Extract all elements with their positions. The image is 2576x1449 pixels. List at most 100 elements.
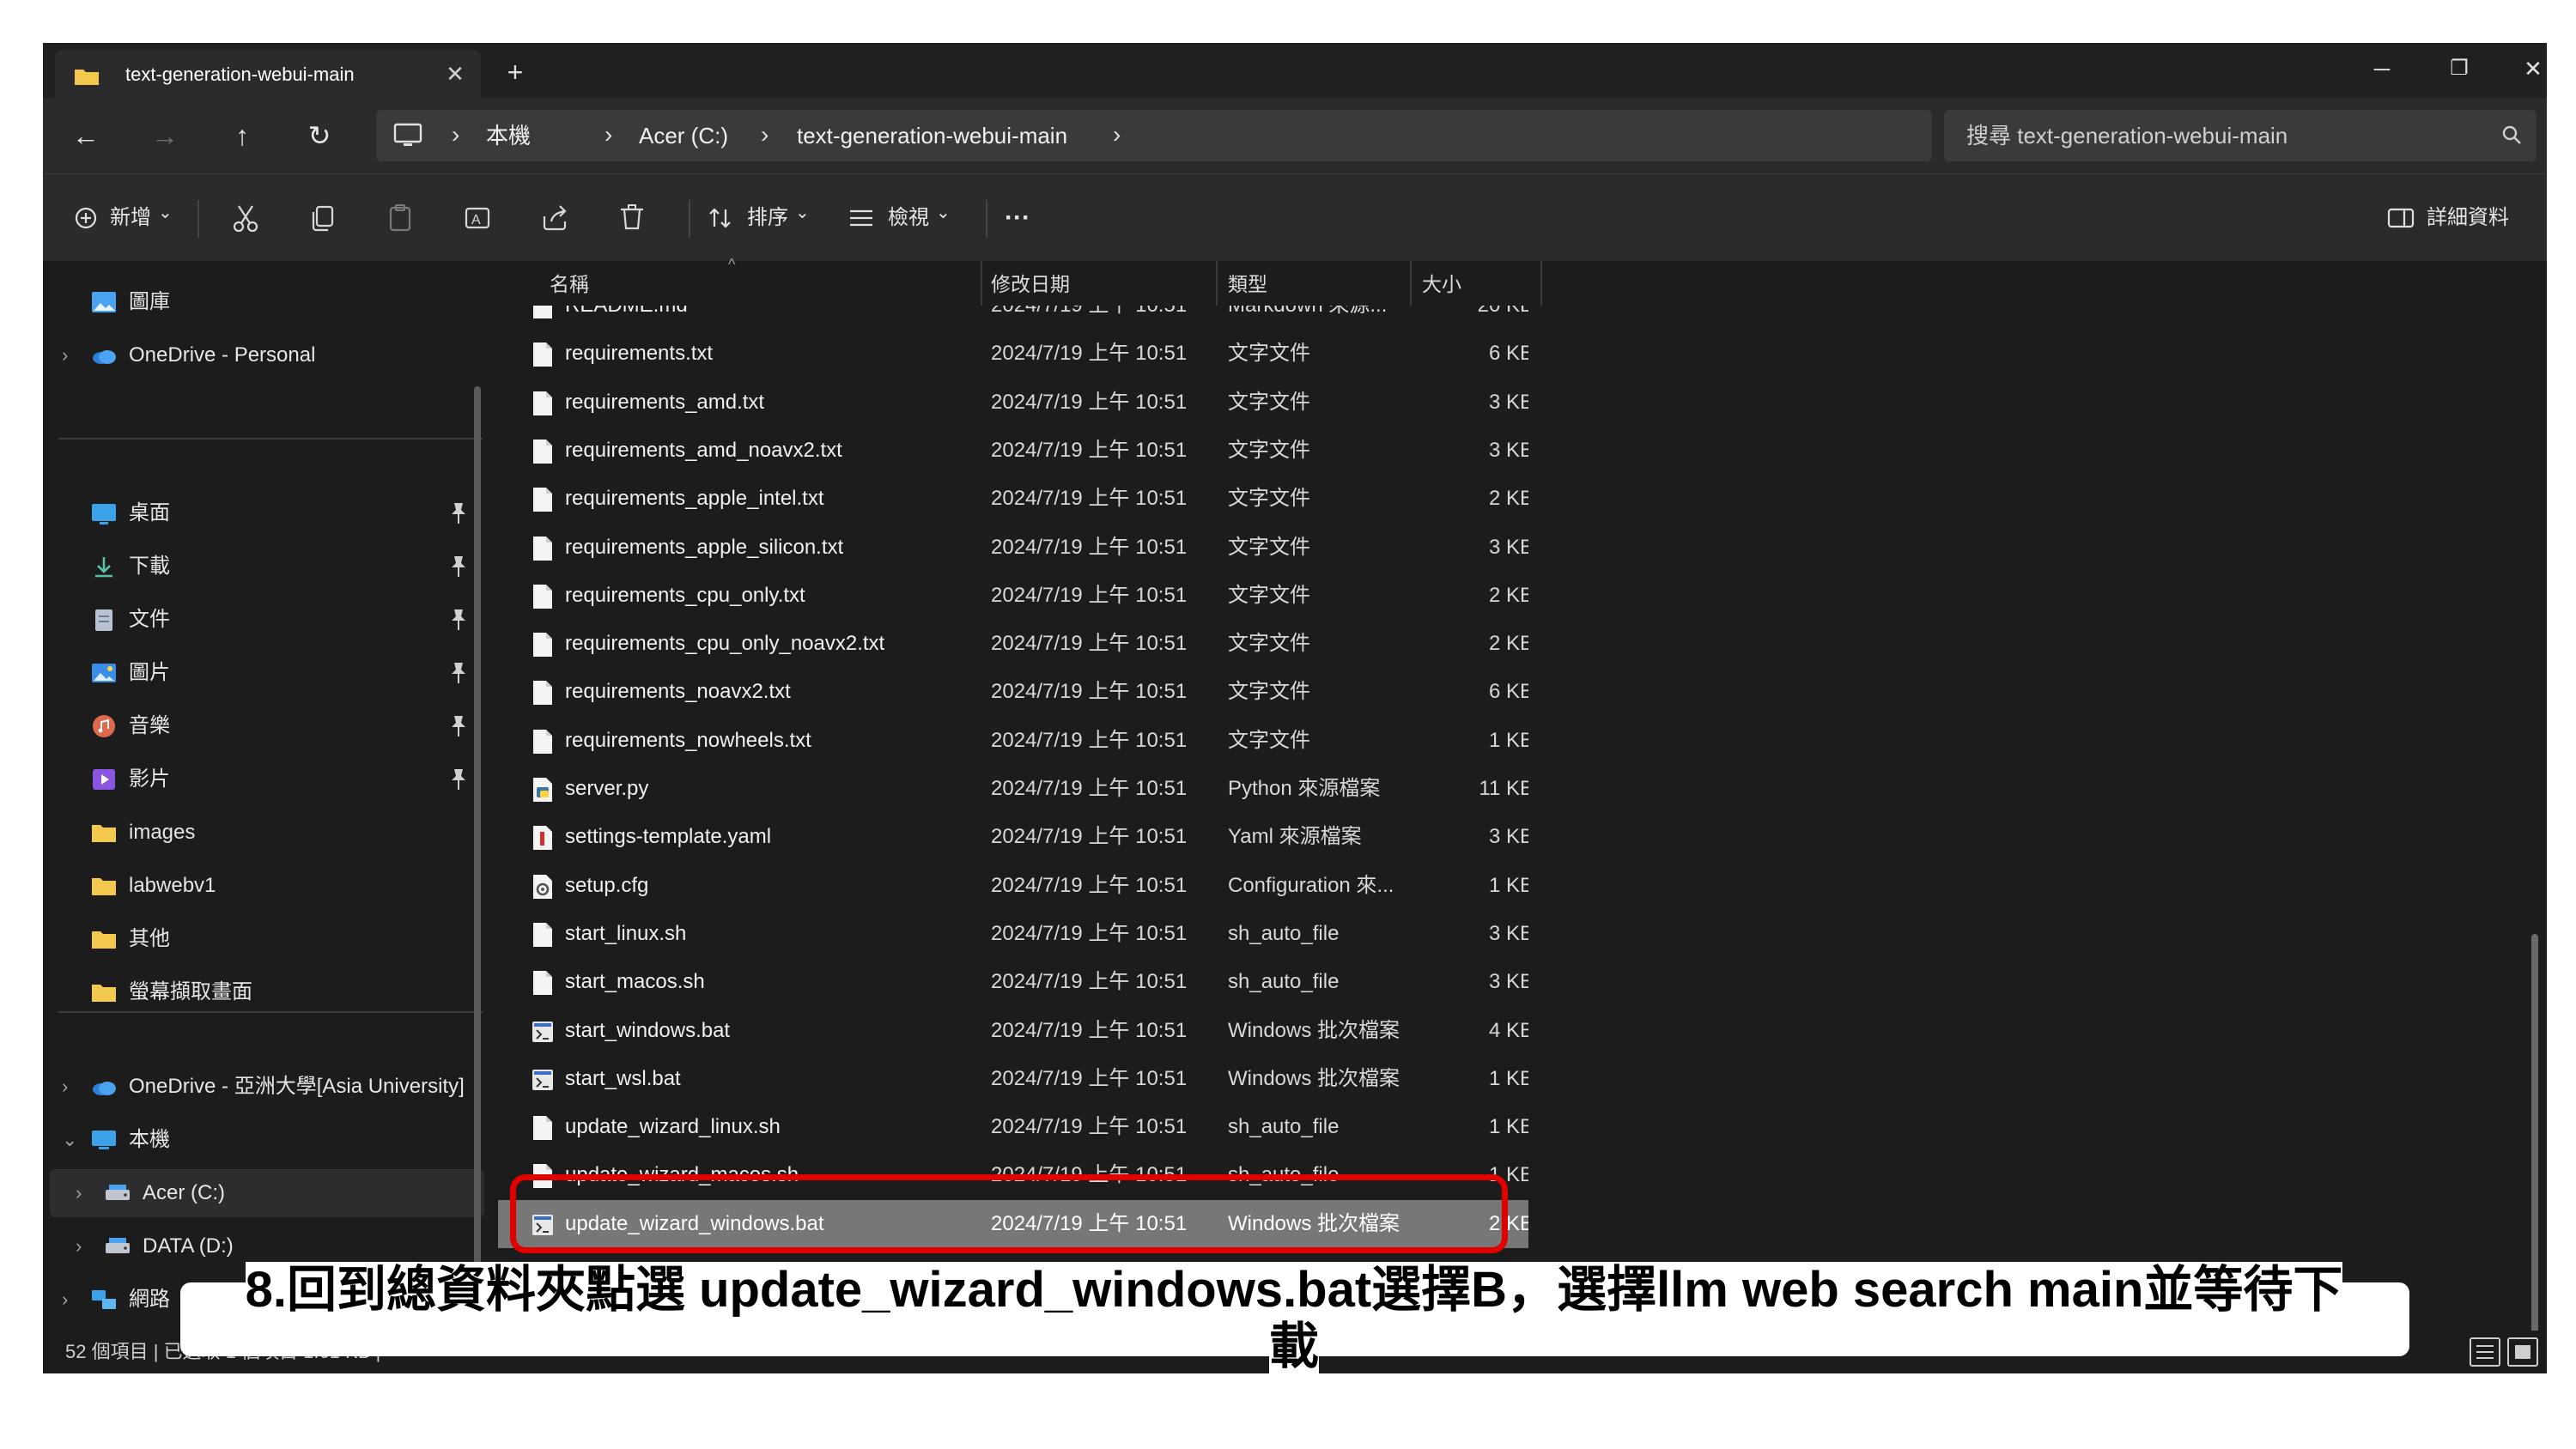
sidebar-item[interactable]: labwebv1 xyxy=(50,862,484,910)
column-header-size[interactable]: 大小 xyxy=(1422,271,1461,297)
sort-button[interactable]: 排序 ⌄ xyxy=(708,198,819,238)
file-row[interactable]: requirements_cpu_only.txt 2024/7/19 上午 10… xyxy=(498,572,1528,620)
column-resize-handle[interactable] xyxy=(1216,261,1218,306)
sidebar-item[interactable]: 影片 xyxy=(50,755,484,803)
search-box[interactable]: 搜尋 text-generation-webui-main xyxy=(1944,110,2537,161)
column-header-modified[interactable]: 修改日期 xyxy=(991,271,1070,297)
cut-icon[interactable] xyxy=(227,199,264,237)
pin-icon[interactable] xyxy=(447,555,471,579)
sidebar-item[interactable]: 桌面 xyxy=(50,489,484,537)
file-row[interactable]: server.py 2024/7/19 上午 10:51 Python 來源檔案 11… xyxy=(498,765,1528,813)
file-row[interactable]: requirements_amd_noavx2.txt 2024/7/19 上午 … xyxy=(498,427,1528,475)
sidebar-item[interactable]: 圖庫 xyxy=(50,278,484,326)
breadcrumb-drive-c[interactable]: Acer (C:) xyxy=(639,122,728,149)
breadcrumb-separator[interactable]: › xyxy=(761,120,769,149)
file-row[interactable]: requirements_amd.txt 2024/7/19 上午 10:51 文字… xyxy=(498,379,1528,427)
view-button[interactable]: 檢視 ⌄ xyxy=(848,198,960,238)
file-row[interactable]: update_wizard_linux.sh 2024/7/19 上午 10:51… xyxy=(498,1103,1528,1151)
file-type: 文字文件 xyxy=(1228,728,1310,752)
tab-current-folder[interactable]: text-generation-webui-main ✕ xyxy=(55,50,481,98)
sidebar-item[interactable]: images xyxy=(50,809,484,857)
sidebar-item[interactable]: 其他 xyxy=(50,915,484,963)
column-resize-handle[interactable] xyxy=(981,261,982,306)
chevron-right-icon[interactable]: › xyxy=(62,342,68,369)
folder-icon xyxy=(92,825,116,842)
sidebar-item[interactable]: 螢幕擷取畫面 xyxy=(50,968,484,1016)
sidebar-item[interactable]: › OneDrive - Personal xyxy=(50,331,484,379)
file-row[interactable]: requirements_noavx2.txt 2024/7/19 上午 10:5… xyxy=(498,668,1528,716)
sidebar-item[interactable]: › Acer (C:) xyxy=(50,1169,484,1217)
copy-icon[interactable] xyxy=(304,199,342,237)
file-modified-date: 2024/7/19 上午 10:51 xyxy=(991,487,1188,511)
more-options-button[interactable]: ··· xyxy=(1005,198,1030,238)
chevron-right-icon[interactable]: › xyxy=(62,1286,68,1313)
refresh-button[interactable]: ↻ xyxy=(297,113,342,158)
breadcrumb-current-folder[interactable]: text-generation-webui-main xyxy=(797,122,1067,149)
sidebar-item-label: 下載 xyxy=(129,555,170,578)
delete-icon[interactable] xyxy=(613,199,651,237)
file-list-scrollbar[interactable] xyxy=(2531,934,2538,1351)
plus-circle-icon xyxy=(75,207,97,229)
back-button[interactable]: ← xyxy=(64,113,108,158)
sidebar-item[interactable]: ⌄ 本機 xyxy=(50,1116,484,1164)
pin-icon[interactable] xyxy=(447,767,471,791)
file-row[interactable]: requirements.txt 2024/7/19 上午 10:51 文字文件 6 … xyxy=(498,330,1528,378)
sidebar-item[interactable]: 下載 xyxy=(50,543,484,591)
breadcrumb-separator[interactable]: › xyxy=(1113,120,1121,149)
pin-icon[interactable] xyxy=(447,714,471,738)
file-row[interactable]: requirements_apple_silicon.txt 2024/7/19 … xyxy=(498,524,1528,572)
column-resize-handle[interactable] xyxy=(1410,261,1412,306)
file-size: 2 KB xyxy=(1488,583,1528,607)
details-view-button[interactable] xyxy=(2470,1337,2500,1367)
file-row[interactable]: requirements_cpu_only_noavx2.txt 2024/7/1… xyxy=(498,620,1528,668)
chevron-down-icon[interactable]: ⌄ xyxy=(62,1126,77,1154)
file-name: start_wsl.bat xyxy=(565,1066,681,1090)
rename-icon[interactable]: A xyxy=(459,199,496,237)
highlight-annotation-box xyxy=(510,1174,1508,1253)
chevron-right-icon[interactable]: › xyxy=(76,1179,82,1207)
desktop-icon xyxy=(92,504,116,524)
breadcrumb-separator[interactable]: › xyxy=(605,120,612,149)
sidebar-scrollbar[interactable] xyxy=(474,386,481,1331)
sidebar-item[interactable]: 文件 xyxy=(50,596,484,644)
details-pane-button[interactable]: 詳細資料 xyxy=(2387,198,2524,238)
file-row[interactable]: settings-template.yaml 2024/7/19 上午 10:51… xyxy=(498,813,1528,861)
minimize-button[interactable]: ─ xyxy=(2356,52,2408,86)
new-tab-button[interactable]: + xyxy=(498,55,532,89)
file-row[interactable]: setup.cfg 2024/7/19 上午 10:51 Configuration… xyxy=(498,862,1528,910)
file-row[interactable]: requirements_apple_intel.txt 2024/7/19 上午… xyxy=(498,475,1528,523)
file-type: 文字文件 xyxy=(1228,342,1310,366)
up-button[interactable]: ↑ xyxy=(220,113,264,158)
tiles-view-button[interactable] xyxy=(2507,1337,2538,1367)
file-row[interactable]: start_macos.sh 2024/7/19 上午 10:51 sh_auto_… xyxy=(498,958,1528,1006)
close-window-button[interactable]: ✕ xyxy=(2507,52,2547,86)
sidebar-item[interactable]: › OneDrive - 亞洲大學[Asia University] xyxy=(50,1063,484,1111)
pin-icon[interactable] xyxy=(447,608,471,632)
column-header-name[interactable]: 名稱 xyxy=(550,271,589,297)
file-row[interactable]: start_linux.sh 2024/7/19 上午 10:51 sh_auto_… xyxy=(498,910,1528,958)
new-button[interactable]: 新增 ⌄ xyxy=(74,198,211,238)
chevron-right-icon[interactable]: › xyxy=(76,1233,82,1260)
breadcrumb-this-pc[interactable]: 本機 xyxy=(486,122,531,149)
share-icon[interactable] xyxy=(536,199,574,237)
forward-button[interactable]: → xyxy=(143,113,187,158)
sidebar-item[interactable]: 圖片 xyxy=(50,649,484,697)
chevron-right-icon[interactable]: › xyxy=(62,1073,68,1100)
pin-icon[interactable] xyxy=(447,661,471,685)
new-label: 新增 xyxy=(110,206,151,229)
file-row[interactable]: start_windows.bat 2024/7/19 上午 10:51 Windo… xyxy=(498,1007,1528,1055)
file-name: README.md xyxy=(565,306,688,320)
restore-button[interactable]: ❐ xyxy=(2433,52,2485,86)
sidebar-item[interactable]: 音樂 xyxy=(50,702,484,750)
file-name: start_macos.sh xyxy=(565,970,705,994)
paste-icon[interactable] xyxy=(381,199,419,237)
file-row[interactable]: start_wsl.bat 2024/7/19 上午 10:51 Windows 批… xyxy=(498,1055,1528,1103)
pin-icon[interactable] xyxy=(447,501,471,525)
column-resize-handle[interactable] xyxy=(1540,261,1542,306)
column-header-type[interactable]: 類型 xyxy=(1228,271,1267,297)
tab-close-button[interactable]: ✕ xyxy=(440,58,471,89)
address-bar[interactable]: › 本機 › Acer (C:) › text-generation-webui… xyxy=(376,110,1932,161)
file-row[interactable]: requirements_nowheels.txt 2024/7/19 上午 10… xyxy=(498,717,1528,765)
search-input[interactable]: 搜尋 text-generation-webui-main xyxy=(1966,122,2287,149)
file-row[interactable]: README.md2024/7/19 上午 10:51Markdown 來源..… xyxy=(498,306,1528,330)
